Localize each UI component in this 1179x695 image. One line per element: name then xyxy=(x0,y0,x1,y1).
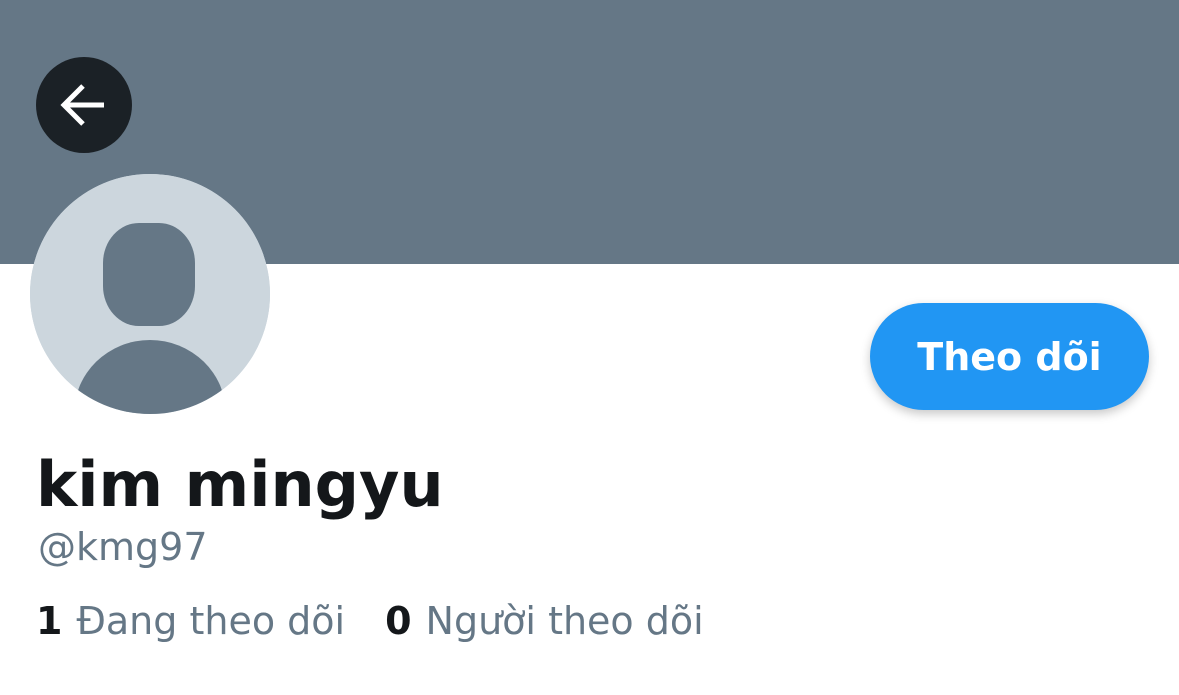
follow-stats: 1 Đang theo dõi 0 Người theo dõi xyxy=(36,598,704,644)
followers-stat[interactable]: 0 Người theo dõi xyxy=(385,598,704,644)
avatar[interactable] xyxy=(30,174,270,414)
following-label: Đang theo dõi xyxy=(76,599,346,643)
follow-button[interactable]: Theo dõi xyxy=(870,303,1149,410)
following-stat[interactable]: 1 Đang theo dõi xyxy=(36,598,345,644)
followers-label: Người theo dõi xyxy=(425,599,704,643)
username-handle: @kmg97 xyxy=(38,525,208,569)
back-button[interactable] xyxy=(36,57,132,153)
arrow-left-icon xyxy=(60,84,104,126)
default-avatar-icon xyxy=(30,174,270,414)
display-name: kim mingyu xyxy=(36,448,444,521)
following-count: 1 xyxy=(36,599,63,643)
followers-count: 0 xyxy=(385,599,412,643)
